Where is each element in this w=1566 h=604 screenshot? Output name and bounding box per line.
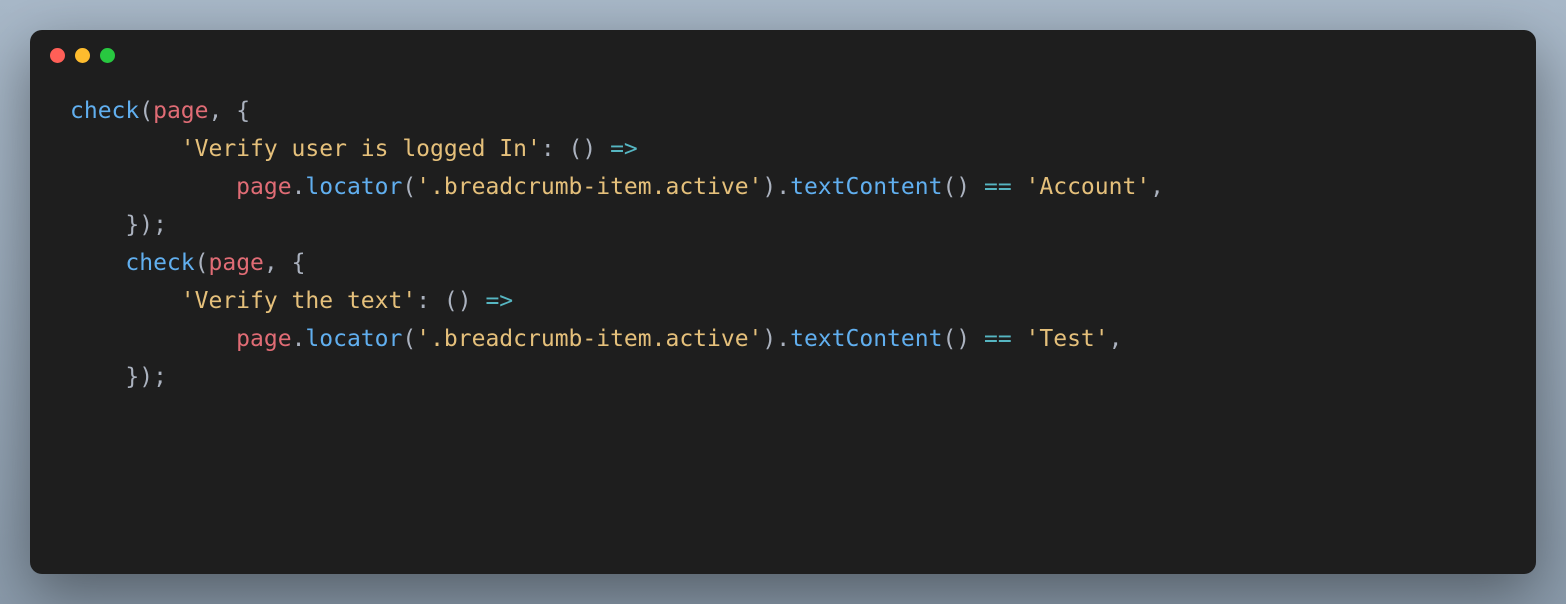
code-token: . — [292, 174, 306, 200]
code-token: , — [1109, 326, 1123, 352]
code-token: textContent — [790, 174, 942, 200]
code-token: . — [292, 326, 306, 352]
code-token: , { — [209, 98, 251, 124]
code-token: ( — [195, 250, 209, 276]
window-titlebar — [30, 30, 1536, 73]
code-block: check(page, { 'Verify user is logged In'… — [30, 73, 1536, 437]
code-token: page — [236, 174, 291, 200]
code-indent — [70, 136, 181, 162]
code-indent — [70, 326, 236, 352]
code-token: == — [984, 174, 1012, 200]
code-token: }); — [125, 364, 167, 390]
code-token: ). — [762, 326, 790, 352]
close-icon[interactable] — [50, 48, 65, 63]
code-indent — [70, 250, 125, 276]
code-indent — [70, 288, 181, 314]
code-token: == — [984, 326, 1012, 352]
code-token: () — [942, 326, 984, 352]
code-token: }); — [125, 212, 167, 238]
code-token: textContent — [790, 326, 942, 352]
code-token: ( — [402, 174, 416, 200]
code-token: ). — [762, 174, 790, 200]
code-token: locator — [305, 326, 402, 352]
code-token — [1012, 174, 1026, 200]
code-token: page — [153, 98, 208, 124]
code-indent — [70, 212, 125, 238]
code-token: '.breadcrumb-item.active' — [416, 174, 762, 200]
code-token: check — [125, 250, 194, 276]
code-token: => — [485, 288, 513, 314]
code-token — [1012, 326, 1026, 352]
code-token: 'Verify the text' — [181, 288, 416, 314]
code-token: ( — [402, 326, 416, 352]
code-token: page — [236, 326, 291, 352]
code-indent — [70, 364, 125, 390]
maximize-icon[interactable] — [100, 48, 115, 63]
code-token: 'Verify user is logged In' — [181, 136, 541, 162]
code-token: : () — [541, 136, 610, 162]
code-token: , — [1150, 174, 1164, 200]
minimize-icon[interactable] — [75, 48, 90, 63]
code-token: , { — [264, 250, 306, 276]
code-token: ( — [139, 98, 153, 124]
code-token: check — [70, 98, 139, 124]
code-token: locator — [305, 174, 402, 200]
code-token: => — [610, 136, 638, 162]
code-token: '.breadcrumb-item.active' — [416, 326, 762, 352]
code-token: 'Account' — [1026, 174, 1151, 200]
code-token: () — [942, 174, 984, 200]
code-token: page — [209, 250, 264, 276]
code-window: check(page, { 'Verify user is logged In'… — [30, 30, 1536, 574]
code-token: : () — [416, 288, 485, 314]
code-indent — [70, 174, 236, 200]
code-token: 'Test' — [1026, 326, 1109, 352]
